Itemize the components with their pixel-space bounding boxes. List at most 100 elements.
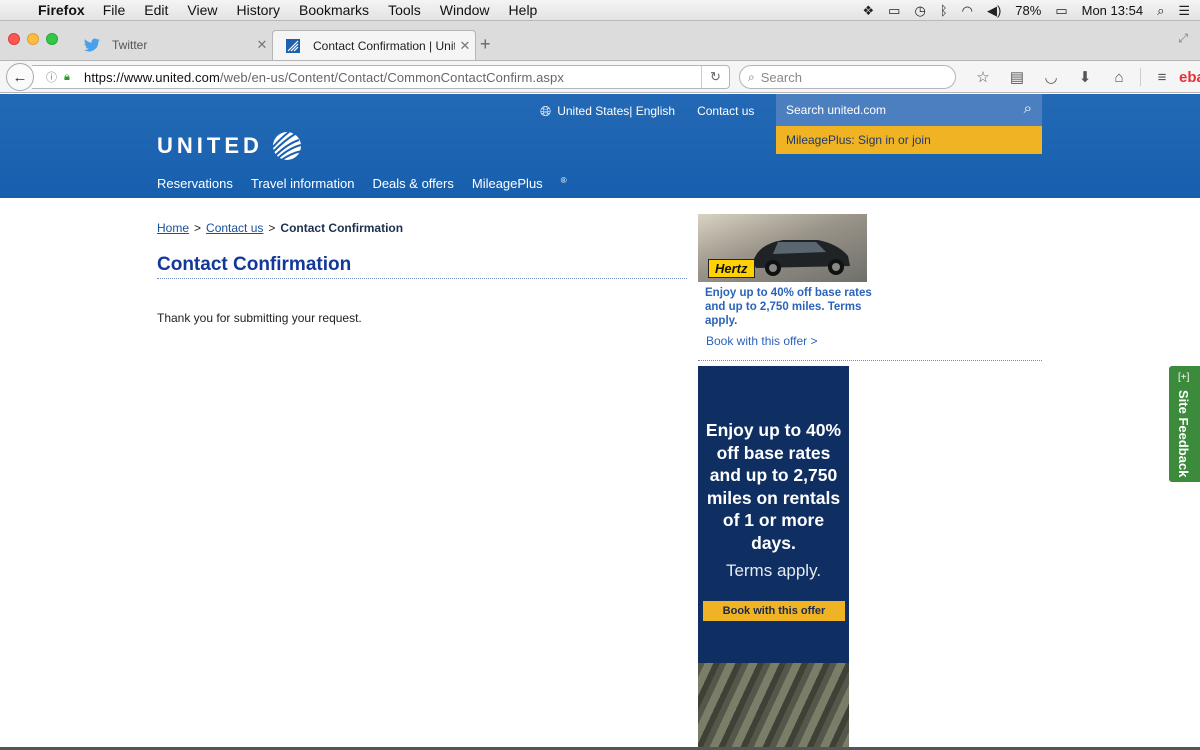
wifi-icon[interactable]: ◠	[962, 3, 973, 19]
url-path: /web/en-us/Content/Contact/CommonContact…	[219, 69, 564, 85]
tab-contact-confirmation[interactable]: Contact Confirmation | Unite ✕	[272, 30, 476, 60]
banner-terms: Terms apply.	[725, 561, 822, 580]
nav-travel-information[interactable]: Travel information	[251, 176, 355, 191]
menu-help[interactable]: Help	[509, 2, 538, 18]
logo-wordmark: UNITED	[157, 133, 263, 158]
contact-us-link[interactable]: Contact us	[697, 104, 754, 118]
tab-title: Contact Confirmation | Unite	[313, 38, 455, 53]
hertz-book-offer-link[interactable]: Book with this offer >	[706, 334, 818, 348]
banner-photo	[698, 663, 849, 750]
lock-icon[interactable]: 🔒︎	[64, 71, 78, 84]
menu-edit[interactable]: Edit	[144, 2, 168, 18]
twitter-bird-icon	[84, 37, 100, 53]
hertz-ad-text[interactable]: Enjoy up to 40% off base rates and up to…	[705, 286, 873, 328]
search-icon: ⌕	[748, 69, 755, 84]
airplay-icon[interactable]: ▭	[888, 3, 900, 19]
registered-mark: ®	[560, 176, 567, 185]
new-tab-button[interactable]: +	[480, 34, 491, 55]
banner-headline: Enjoy up to 40% off base rates and up to…	[705, 420, 842, 553]
breadcrumb: Home > Contact us > Contact Confirmation	[157, 221, 403, 235]
window-zoom-button[interactable]	[46, 33, 58, 45]
volume-icon[interactable]: ◀)	[987, 3, 1001, 19]
tab-strip: Twitter ✕ Contact Confirmation | Unite ✕…	[0, 21, 1200, 61]
search-placeholder: Search	[760, 69, 802, 85]
navigation-bar: ⓘ 🔒︎ https://www.united.com/web/en-us/Co…	[0, 61, 1200, 93]
window-close-button[interactable]	[8, 33, 20, 45]
bluetooth-icon[interactable]: ᛒ	[940, 3, 948, 18]
mileageplus-signin-button[interactable]: MileagePlus: Sign in or join	[776, 126, 1042, 154]
dropbox-icon[interactable]: ❖	[863, 3, 875, 19]
ad-divider	[698, 360, 1042, 361]
battery-icon[interactable]: ▭	[1055, 3, 1067, 19]
menubar-status-area: ❖ ▭ ◷ ᛒ ◠ ◀) 78% ▭ Mon 13:54 ⌕ ☰	[863, 0, 1190, 21]
spotlight-icon[interactable]: ⌕	[1157, 3, 1164, 19]
nav-mileageplus[interactable]: MileagePlus ®	[472, 176, 567, 191]
page-title: Contact Confirmation	[157, 254, 687, 279]
ebay-icon[interactable]: ebay	[1179, 69, 1200, 86]
hertz-logo: Hertz	[708, 259, 755, 278]
tab-close-icon[interactable]: ✕	[252, 37, 272, 53]
site-info-icon[interactable]: ⓘ	[46, 69, 62, 85]
menu-history[interactable]: History	[236, 2, 280, 18]
fullscreen-icon[interactable]: ⤢	[1178, 31, 1188, 46]
nav-reservations[interactable]: Reservations	[157, 176, 233, 191]
time-machine-icon[interactable]: ◷	[914, 3, 925, 19]
tab-close-icon[interactable]: ✕	[455, 38, 475, 54]
hamburger-menu-icon[interactable]: ≡	[1145, 69, 1179, 86]
downloads-icon[interactable]: ⬇	[1068, 68, 1102, 86]
site-feedback-tab[interactable]: [+] Site Feedback	[1169, 366, 1200, 482]
menu-tools[interactable]: Tools	[388, 2, 421, 18]
nav-mileageplus-label: MileagePlus	[471, 176, 543, 192]
search-icon[interactable]: ⌕	[1024, 100, 1032, 117]
united-logo[interactable]: UNITED	[157, 130, 303, 162]
tab-twitter[interactable]: Twitter ✕	[72, 30, 272, 60]
menubar-app-name[interactable]: Firefox	[38, 2, 85, 18]
toolbar-icons: ☆ ▤ ◡ ⬇ ⌂ ≡ ebay	[966, 61, 1200, 93]
search-bar[interactable]: ⌕ Search	[739, 65, 956, 89]
bookmark-star-icon[interactable]: ☆	[966, 68, 1000, 86]
feedback-expand-icon: [+]	[1178, 372, 1190, 383]
breadcrumb-current: Contact Confirmation	[280, 221, 404, 235]
menu-view[interactable]: View	[187, 2, 217, 18]
ebay-label: ebay	[1179, 68, 1200, 86]
globe-icon: 🌐︎	[540, 102, 552, 119]
locale-selector[interactable]: United States| English	[557, 104, 675, 118]
reload-icon[interactable]: ↻	[701, 66, 729, 88]
url-host: https://www.united.com	[84, 69, 220, 85]
confirmation-message: Thank you for submitting your request.	[157, 311, 362, 325]
home-icon[interactable]: ⌂	[1102, 69, 1136, 86]
united-globe-icon	[272, 131, 303, 162]
reading-list-icon[interactable]: ▤	[1000, 68, 1034, 86]
header-utility-links: 🌐︎ United States| English Contact us	[540, 102, 754, 120]
united-favicon	[285, 38, 301, 54]
url-text[interactable]: https://www.united.com/web/en-us/Content…	[84, 70, 564, 85]
site-search-placeholder: Search united.com	[786, 103, 887, 117]
breadcrumb-home-link[interactable]: Home	[157, 221, 189, 235]
pocket-icon[interactable]: ◡	[1034, 68, 1068, 86]
hertz-ad-image[interactable]: Hertz	[698, 214, 867, 282]
feedback-label: Site Feedback	[1176, 390, 1191, 478]
macos-menubar: Firefox File Edit View History Bookmarks…	[0, 0, 1200, 21]
battery-percent[interactable]: 78%	[1015, 3, 1041, 18]
menu-file[interactable]: File	[103, 2, 126, 18]
back-arrow-icon: ←	[12, 68, 28, 86]
notification-center-icon[interactable]: ☰	[1178, 3, 1190, 19]
menu-bookmarks[interactable]: Bookmarks	[299, 2, 369, 18]
tab-title: Twitter	[112, 38, 148, 52]
url-bar[interactable]: ⓘ 🔒︎ https://www.united.com/web/en-us/Co…	[32, 65, 730, 89]
rental-offer-banner[interactable]: Enjoy up to 40% off base rates and up to…	[698, 366, 849, 750]
breadcrumb-contact-link[interactable]: Contact us	[206, 221, 263, 235]
nav-deals-offers[interactable]: Deals & offers	[372, 176, 453, 191]
banner-book-button[interactable]: Book with this offer	[703, 601, 845, 621]
breadcrumb-separator: >	[268, 221, 276, 235]
window-minimize-button[interactable]	[27, 33, 39, 45]
main-navigation: Reservations Travel information Deals & …	[157, 176, 585, 191]
back-button[interactable]: ←	[6, 63, 34, 91]
site-header: 🌐︎ United States| English Contact us Sea…	[0, 94, 1200, 198]
mileageplus-signin-label: MileagePlus: Sign in or join	[786, 133, 931, 147]
menu-window[interactable]: Window	[440, 2, 490, 18]
menubar-clock[interactable]: Mon 13:54	[1082, 3, 1143, 18]
toolbar-separator	[1140, 68, 1141, 86]
site-search-input[interactable]: Search united.com ⌕	[776, 94, 1042, 126]
breadcrumb-separator: >	[194, 221, 202, 235]
